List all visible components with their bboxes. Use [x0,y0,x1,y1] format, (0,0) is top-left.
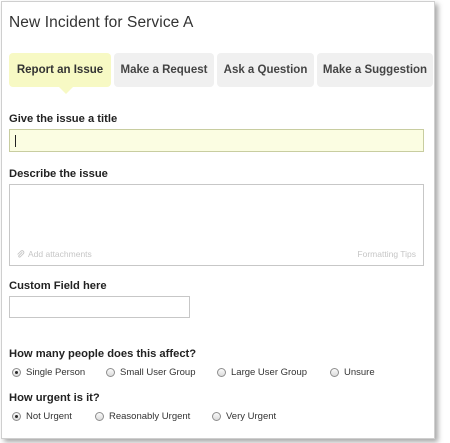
radio-label: Small User Group [120,367,196,378]
radio-selected-icon [12,412,21,421]
page-title: New Incident for Service A [9,14,194,31]
text-caret [15,135,16,147]
radio-label: Unsure [344,367,375,378]
tab-ask-a-question[interactable]: Ask a Question [217,53,314,87]
formatting-tips-link[interactable]: Formatting Tips [357,249,416,259]
radio-single-person[interactable]: Single Person [12,367,85,378]
description-label: Describe the issue [9,168,108,180]
radio-unselected-icon [212,412,221,421]
radio-unsure[interactable]: Unsure [330,367,375,378]
radio-very-urgent[interactable]: Very Urgent [212,411,276,422]
description-textarea[interactable]: Add attachments Formatting Tips [9,184,424,266]
radio-selected-icon [12,368,21,377]
tab-label: Report an Issue [16,64,104,76]
radio-label: Not Urgent [26,411,72,422]
add-attachments-link[interactable]: Add attachments [16,249,92,259]
radio-label: Large User Group [231,367,308,378]
people-affected-label: How many people does this affect? [9,348,197,360]
tab-label: Make a Request [120,64,208,76]
incident-dialog: New Incident for Service A Report an Iss… [1,1,435,439]
radio-unselected-icon [330,368,339,377]
radio-unselected-icon [106,368,115,377]
active-tab-pointer [59,87,73,94]
issue-title-label: Give the issue a title [9,113,118,125]
tab-make-a-request[interactable]: Make a Request [114,53,214,87]
tab-make-a-suggestion[interactable]: Make a Suggestion [317,53,433,87]
radio-not-urgent[interactable]: Not Urgent [12,411,72,422]
tab-label: Make a Suggestion [322,64,428,76]
radio-reasonably-urgent[interactable]: Reasonably Urgent [95,411,190,422]
radio-label: Single Person [26,367,86,378]
issue-title-input[interactable] [9,129,424,152]
custom-field-label: Custom Field here [9,280,107,292]
tab-report-an-issue[interactable]: Report an Issue [9,53,111,94]
radio-unselected-icon [95,412,104,421]
urgency-label: How urgent is it? [9,392,100,404]
radio-label: Very Urgent [226,411,277,422]
add-attachments-label: Add attachments [28,249,92,259]
radio-label: Reasonably Urgent [109,411,191,422]
radio-large-user-group[interactable]: Large User Group [217,367,307,378]
paperclip-icon [17,249,25,258]
radio-unselected-icon [217,368,226,377]
custom-field-input[interactable] [9,296,190,318]
radio-small-user-group[interactable]: Small User Group [106,367,196,378]
tab-label: Ask a Question [223,64,308,76]
